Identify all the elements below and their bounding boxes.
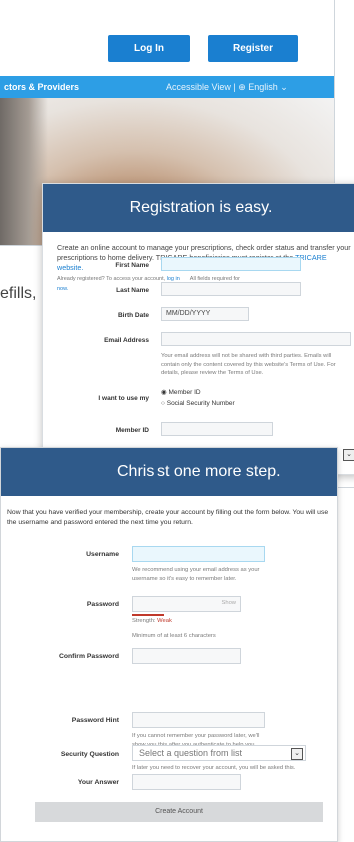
nav-accessible-language[interactable]: Accessible View | ⊕ English ⌄ [166, 82, 288, 93]
email-helper-text: Your email address will not be shared wi… [161, 353, 336, 376]
password-hint-input[interactable] [132, 712, 265, 728]
registration-title: Registration is easy. [43, 184, 354, 232]
register-button[interactable]: Register [208, 35, 298, 62]
title-fragment-1: Chris [117, 463, 155, 480]
account-setup-panel: Chris st one more step. Now that you hav… [0, 447, 338, 842]
member-id-label: Member ID [115, 427, 149, 434]
ssn-radio[interactable]: ○ Social Security Number [161, 400, 235, 407]
registration-panel: Registration is easy. Create an online a… [42, 183, 354, 475]
birth-date-input[interactable]: MM/DD/YYYY [161, 307, 249, 321]
answer-input[interactable] [132, 774, 241, 790]
create-account-button[interactable]: Create Account [35, 802, 323, 822]
title-fragment-2: st one more step. [157, 463, 281, 480]
security-helper-text: If later you need to recover your accoun… [132, 765, 296, 771]
chevron-down-icon[interactable]: ⌄ [291, 748, 303, 760]
already-registered-text: Already registered? To access your accou… [57, 276, 166, 282]
last-name-label: Last Name [116, 287, 149, 294]
hero-image-shadow [0, 98, 48, 245]
security-question-value: Select a question from list [139, 748, 243, 758]
username-helper-text: We recommend using your email address as… [132, 567, 260, 582]
password-label: Password [86, 601, 119, 608]
password-helper-text: Minimum of at least 6 characters [132, 633, 216, 639]
strength-value: Weak [157, 618, 172, 624]
password-input[interactable]: Show [132, 596, 241, 612]
cut-off-text: efills, [0, 285, 37, 302]
email-input[interactable] [161, 332, 351, 346]
first-name-input[interactable] [161, 257, 301, 271]
security-question-label: Security Question [60, 751, 119, 758]
show-password-link[interactable]: Show [221, 600, 236, 606]
ssn-option-label: Social Security Number [166, 400, 235, 407]
email-label: Email Address [104, 337, 149, 344]
password-strength: Strength: Weak [132, 618, 172, 624]
answer-label: Your Answer [77, 779, 119, 786]
login-button[interactable]: Log In [108, 35, 190, 62]
use-my-label: I want to use my [98, 395, 149, 402]
username-input[interactable] [132, 546, 265, 562]
birth-date-label: Birth Date [117, 312, 149, 319]
member-id-radio[interactable]: ◉ Member ID [161, 388, 201, 396]
nav-doctors-providers[interactable]: ctors & Providers [4, 82, 79, 92]
member-id-input[interactable] [161, 422, 273, 436]
strength-prefix: Strength: [132, 618, 156, 624]
security-question-select[interactable]: Select a question from list ⌄ [132, 745, 306, 761]
account-setup-title: Chris st one more step. [1, 448, 337, 496]
divider-line [336, 487, 354, 488]
first-name-label: First Name [115, 262, 149, 269]
confirm-password-input[interactable] [132, 648, 241, 664]
chevron-down-icon[interactable]: ⌄ [343, 449, 354, 461]
account-setup-intro: Now that you have verified your membersh… [7, 509, 329, 526]
confirm-password-label: Confirm Password [58, 653, 119, 660]
member-id-option-label: Member ID [168, 389, 201, 396]
last-name-input[interactable] [161, 282, 301, 296]
password-hint-label: Password Hint [71, 717, 119, 724]
site-nav-bar: ctors & Providers Accessible View | ⊕ En… [0, 76, 334, 98]
username-label: Username [86, 551, 119, 558]
password-strength-bar [132, 614, 164, 616]
